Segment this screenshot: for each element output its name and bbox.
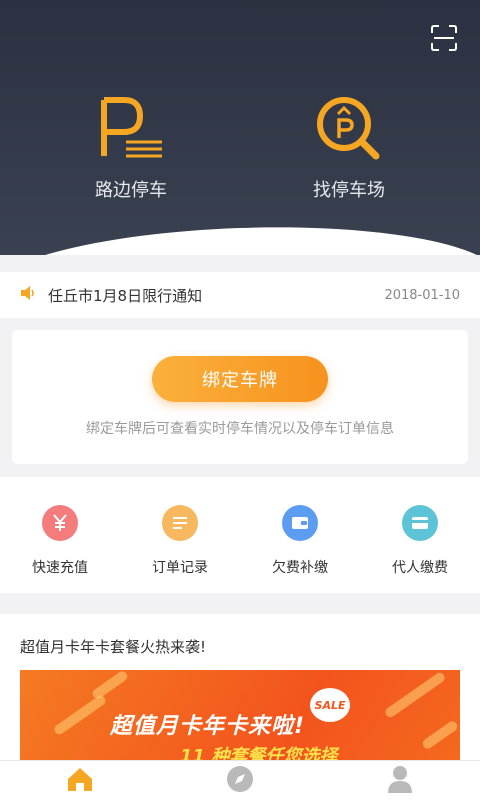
tab-discover[interactable] (160, 761, 320, 800)
yen-icon (42, 505, 78, 541)
quick-actions: 快速充值 订单记录 欠费补缴 代人缴费 (0, 477, 480, 593)
pay-for-others-button[interactable]: 代人缴费 (360, 477, 480, 593)
compass-icon (226, 765, 254, 797)
find-parking-label: 找停车场 (313, 180, 385, 201)
roadside-parking-icon (51, 92, 211, 164)
bind-plate-description: 绑定车牌后可查看实时停车情况以及停车订单信息 (86, 421, 394, 437)
notice-bar[interactable]: 任丘市1月8日限行通知 2018-01-10 (0, 272, 480, 318)
header-wave (0, 218, 480, 255)
home-icon (66, 766, 94, 796)
tab-profile[interactable] (320, 761, 480, 800)
wallet-icon (282, 505, 318, 541)
bind-plate-button[interactable]: 绑定车牌 (152, 356, 328, 402)
quick-recharge-button[interactable]: 快速充值 (0, 477, 120, 593)
notice-date: 2018-01-10 (384, 287, 460, 303)
bottom-tab-bar (0, 760, 480, 800)
card-icon (402, 505, 438, 541)
header-banner: 路边停车 找停车场 (0, 0, 480, 255)
speaker-icon (20, 285, 38, 305)
find-parking-icon (269, 92, 429, 164)
scan-icon[interactable] (430, 24, 458, 52)
find-parking-button[interactable]: 找停车场 (269, 92, 429, 202)
notice-text: 任丘市1月8日限行通知 (48, 286, 203, 305)
tab-home[interactable] (0, 761, 160, 800)
bind-plate-card: 绑定车牌 绑定车牌后可查看实时停车情况以及停车订单信息 (12, 330, 468, 464)
sale-badge: SALE (310, 688, 350, 722)
user-icon (387, 765, 413, 797)
arrears-payment-button[interactable]: 欠费补缴 (240, 477, 360, 593)
banner-headline: 超值月卡年卡来啦! (110, 714, 306, 739)
banner-decoration (90, 670, 130, 701)
banner-decoration (383, 670, 447, 720)
promo-title: 超值月卡年卡套餐火热来袭! (20, 638, 207, 656)
list-icon (162, 505, 198, 541)
order-records-label: 订单记录 (152, 560, 208, 576)
roadside-parking-label: 路边停车 (95, 180, 167, 201)
quick-recharge-label: 快速充值 (32, 560, 88, 576)
banner-decoration (420, 719, 460, 751)
roadside-parking-button[interactable]: 路边停车 (51, 92, 211, 202)
arrears-payment-label: 欠费补缴 (272, 560, 328, 576)
pay-for-others-label: 代人缴费 (392, 560, 448, 576)
banner-decoration (52, 693, 108, 737)
order-records-button[interactable]: 订单记录 (120, 477, 240, 593)
